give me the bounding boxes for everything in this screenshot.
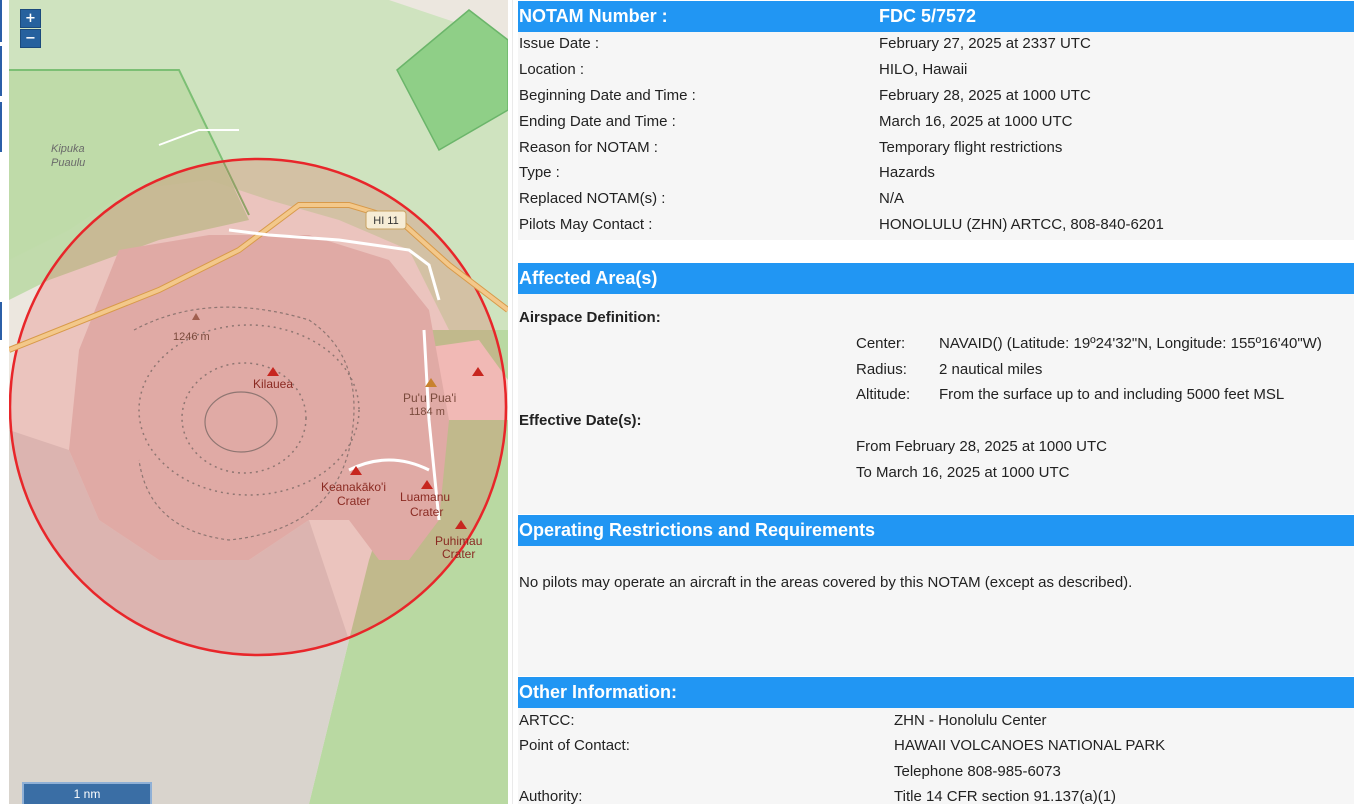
altitude-label: Altitude: — [856, 386, 911, 403]
field-row: Ending Date and Time : March 16, 2025 at … — [518, 109, 1354, 135]
field-row: Type : Hazards — [518, 160, 1354, 186]
other-information-title: Other Information: — [519, 682, 677, 702]
map-label-crater: Crater — [337, 494, 370, 508]
edge-marker — [0, 102, 2, 152]
effective-to: To March 16, 2025 at 1000 UTC — [856, 464, 1070, 481]
field-label: Replaced NOTAM(s) : — [519, 190, 666, 207]
center-label: Center: — [856, 335, 906, 352]
operating-restrictions-background — [518, 546, 1354, 676]
zoom-in-button[interactable]: + — [20, 9, 41, 28]
edge-marker — [0, 46, 2, 96]
zoom-out-button[interactable]: − — [20, 29, 41, 48]
field-label: Issue Date : — [519, 35, 600, 52]
field-row: Issue Date : February 27, 2025 at 2337 UT… — [518, 31, 1354, 57]
field-value: February 28, 2025 at 1000 UTC — [879, 87, 1091, 104]
field-value: N/A — [879, 190, 905, 207]
effective-dates-label: Effective Date(s): — [519, 412, 642, 429]
notam-number-value: FDC 5/7572 — [879, 6, 977, 26]
artcc-label: ARTCC: — [519, 712, 575, 729]
edge-marker — [0, 302, 2, 340]
authority-value: Title 14 CFR section 91.137(a)(1) — [894, 788, 1117, 805]
map-view[interactable]: Kipuka Puaulu HI 11 1246 m Kilauea Pu'u … — [9, 0, 508, 804]
map-canvas[interactable]: Kipuka Puaulu HI 11 1246 m Kilauea Pu'u … — [9, 0, 508, 804]
field-value: HILO, Hawaii — [879, 61, 968, 78]
field-row: Replaced NOTAM(s) : N/A — [518, 186, 1354, 212]
map-label-puupuai: Pu'u Pua'i — [403, 391, 456, 405]
effective-from: From February 28, 2025 at 1000 UTC — [856, 438, 1107, 455]
map-label-kilauea: Kilauea — [253, 377, 293, 391]
map-label-crater-3: Crater — [442, 547, 475, 561]
field-row: Reason for NOTAM : Temporary flight restr… — [518, 135, 1354, 161]
field-label: Beginning Date and Time : — [519, 87, 696, 104]
field-label: Location : — [519, 61, 585, 78]
notam-number-header: NOTAM Number : FDC 5/7572 — [518, 1, 1354, 32]
field-value: March 16, 2025 at 1000 UTC — [879, 113, 1073, 130]
field-label: Type : — [519, 164, 560, 181]
notam-detail-panel: NOTAM Number : FDC 5/7572 Issue Date : Fe… — [518, 0, 1354, 805]
map-label-luamanu: Luamanu — [400, 490, 450, 504]
altitude-value: From the surface up to and including 500… — [939, 386, 1285, 403]
point-of-contact-phone: Telephone 808-985-6073 — [894, 763, 1061, 780]
operating-restrictions-title: Operating Restrictions and Requirements — [519, 520, 876, 540]
field-row: Location : HILO, Hawaii — [518, 57, 1354, 83]
panel-divider — [508, 0, 518, 804]
point-of-contact-label: Point of Contact: — [519, 737, 630, 754]
artcc-value: ZHN - Honolulu Center — [894, 712, 1047, 729]
operating-restrictions-text: No pilots may operate an aircraft in the… — [519, 574, 1133, 591]
map-label-elevation-2: 1184 m — [409, 406, 445, 418]
map-label-elevation: 1246 m — [173, 331, 210, 343]
authority-label: Authority: — [519, 788, 583, 805]
radius-value: 2 nautical miles — [939, 361, 1043, 378]
field-value: February 27, 2025 at 2337 UTC — [879, 35, 1091, 52]
notam-number-label: NOTAM Number : — [519, 6, 668, 26]
affected-area-header: Affected Area(s) — [518, 263, 1354, 294]
radius-label: Radius: — [856, 361, 907, 378]
field-label: Ending Date and Time : — [519, 113, 676, 130]
field-value: Temporary flight restrictions — [879, 139, 1063, 156]
field-label: Reason for NOTAM : — [519, 139, 658, 156]
map-label-kipuka: Kipuka — [51, 143, 85, 155]
panel-divider-line — [512, 0, 513, 804]
operating-restrictions-header: Operating Restrictions and Requirements — [518, 515, 1354, 546]
map-scale-bar: 1 nm — [22, 782, 152, 804]
airspace-definition-label: Airspace Definition: — [519, 309, 661, 326]
field-label: Pilots May Contact : — [519, 216, 653, 233]
map-label-crater-2: Crater — [410, 505, 443, 519]
field-value: Hazards — [879, 164, 935, 181]
point-of-contact-value: HAWAII VOLCANOES NATIONAL PARK — [894, 737, 1166, 754]
field-row: Beginning Date and Time : February 28, 20… — [518, 83, 1354, 109]
map-label-puhimau: Puhimau — [435, 534, 482, 548]
map-label-keanakakoi: Keanakāko'i — [321, 480, 386, 494]
affected-area-title: Affected Area(s) — [519, 268, 658, 288]
left-edge-strip — [0, 0, 9, 804]
map-road-label: HI 11 — [373, 215, 398, 227]
field-value: HONOLULU (ZHN) ARTCC, 808-840-6201 — [879, 216, 1164, 233]
other-information-header: Other Information: — [518, 677, 1354, 708]
edge-marker — [0, 0, 2, 42]
field-row: Pilots May Contact : HONOLULU (ZHN) ARTCC… — [518, 212, 1354, 238]
map-label-puaulu: Puaulu — [51, 157, 85, 169]
center-value: NAVAID() (Latitude: 19º24'32"N, Longitud… — [939, 335, 1322, 352]
